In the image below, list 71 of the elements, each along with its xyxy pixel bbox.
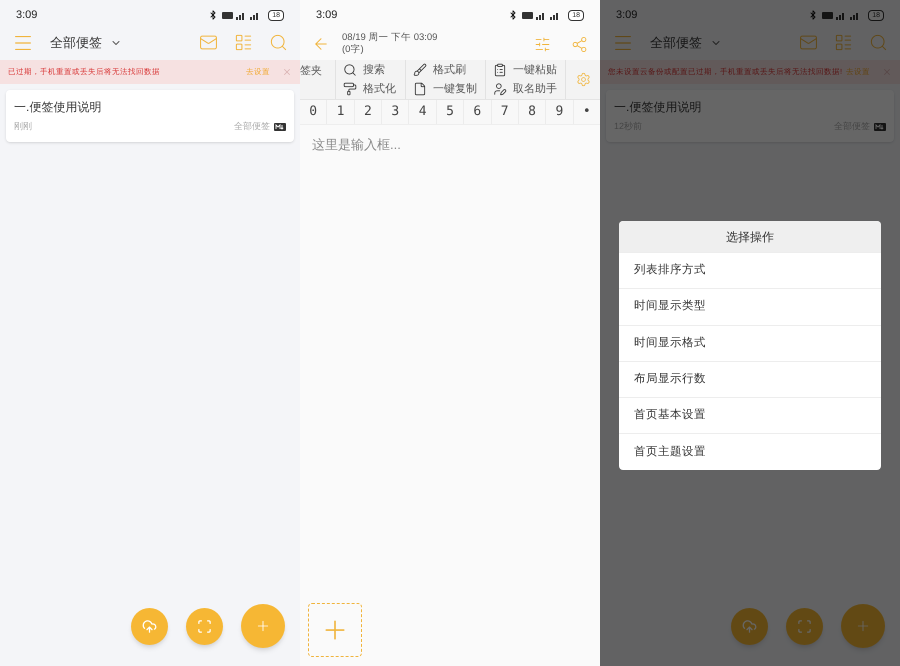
cloud-upload-icon: [742, 618, 757, 634]
cloud-upload-icon: [142, 618, 157, 634]
number-key[interactable]: 4: [409, 100, 437, 124]
number-key[interactable]: 5: [436, 100, 464, 124]
search-icon: [343, 63, 357, 77]
bluetooth-icon: [208, 10, 218, 20]
share-icon[interactable]: [571, 36, 588, 52]
number-key[interactable]: •: [574, 100, 600, 124]
upload-button[interactable]: [731, 608, 768, 644]
markdown-icon: [874, 122, 886, 131]
note-card[interactable]: 一.便签使用说明 刚刚 全部便签: [6, 90, 294, 142]
toolbar-item[interactable]: 一键粘贴: [493, 62, 558, 78]
note-input-field[interactable]: 这里是输入框...: [312, 135, 588, 154]
folder-title[interactable]: 全部便签: [50, 32, 102, 52]
file-icon: [413, 82, 427, 96]
toolbar-item[interactable]: 搜索: [343, 62, 398, 78]
number-key[interactable]: 6: [464, 100, 492, 124]
layout-list-icon[interactable]: [834, 33, 853, 52]
menu-option[interactable]: 时间显示格式: [619, 324, 881, 361]
menu-option[interactable]: 首页基本设置: [619, 397, 881, 434]
number-key[interactable]: 2: [354, 100, 382, 124]
note-folder: 全部便签: [234, 120, 270, 133]
settings-icon[interactable]: [576, 72, 590, 87]
mail-icon[interactable]: [199, 33, 218, 52]
markdown-icon: [274, 122, 286, 131]
sliders-icon[interactable]: [534, 36, 551, 52]
menu-option[interactable]: 布局显示行数: [619, 360, 881, 398]
note-time: 刚刚: [14, 120, 33, 133]
number-key[interactable]: 7: [492, 100, 519, 124]
number-key[interactable]: 0: [300, 100, 328, 124]
scan-icon: [797, 618, 812, 634]
menu-option[interactable]: 首页主题设置: [619, 433, 881, 470]
toolbar-item[interactable]: 格式化: [343, 80, 398, 98]
toolbar-item[interactable]: 签夹: [300, 63, 322, 80]
scan-button[interactable]: [186, 608, 223, 644]
bluetooth-icon: [508, 10, 518, 20]
plus-icon: [855, 618, 871, 634]
note-title: 一.便签使用说明: [14, 99, 102, 116]
add-button[interactable]: [241, 604, 285, 648]
dialog-title: 选择操作: [619, 221, 881, 252]
status-time: 3:09: [16, 8, 38, 23]
add-attachment-button[interactable]: [308, 603, 362, 657]
note-date: 08/19 周一 下午 03:09: [342, 32, 438, 44]
search-icon[interactable]: [869, 33, 888, 52]
upload-button[interactable]: [131, 608, 168, 644]
menu-option[interactable]: 列表排序方式: [619, 252, 881, 288]
search-icon[interactable]: [269, 33, 288, 52]
clipboard-icon: [493, 63, 507, 77]
number-key[interactable]: 9: [546, 100, 574, 124]
number-key[interactable]: 1: [327, 100, 355, 124]
toolbar-item[interactable]: 取名助手: [493, 80, 558, 98]
layout-list-icon[interactable]: [234, 33, 253, 52]
number-key[interactable]: 3: [382, 100, 410, 124]
scan-icon: [197, 618, 212, 634]
add-button[interactable]: [841, 604, 885, 648]
note-title: 一.便签使用说明: [614, 99, 702, 116]
paint-roller-icon: [343, 82, 357, 96]
plus-icon: [255, 618, 271, 634]
status-time: 3:09: [316, 8, 338, 23]
toolbar-item[interactable]: 格式刷: [413, 62, 478, 78]
brush-icon: [413, 63, 427, 77]
status-time: 3:09: [616, 8, 638, 23]
word-count: (0字): [342, 44, 365, 56]
number-key[interactable]: 8: [518, 100, 546, 124]
bluetooth-icon: [808, 10, 818, 20]
person-icon: [493, 82, 507, 96]
toolbar-item[interactable]: 一键复制: [413, 80, 478, 98]
close-icon[interactable]: [282, 67, 292, 77]
mail-icon[interactable]: [799, 33, 818, 52]
scan-button[interactable]: [786, 608, 823, 644]
menu-option[interactable]: 时间显示类型: [619, 288, 881, 325]
